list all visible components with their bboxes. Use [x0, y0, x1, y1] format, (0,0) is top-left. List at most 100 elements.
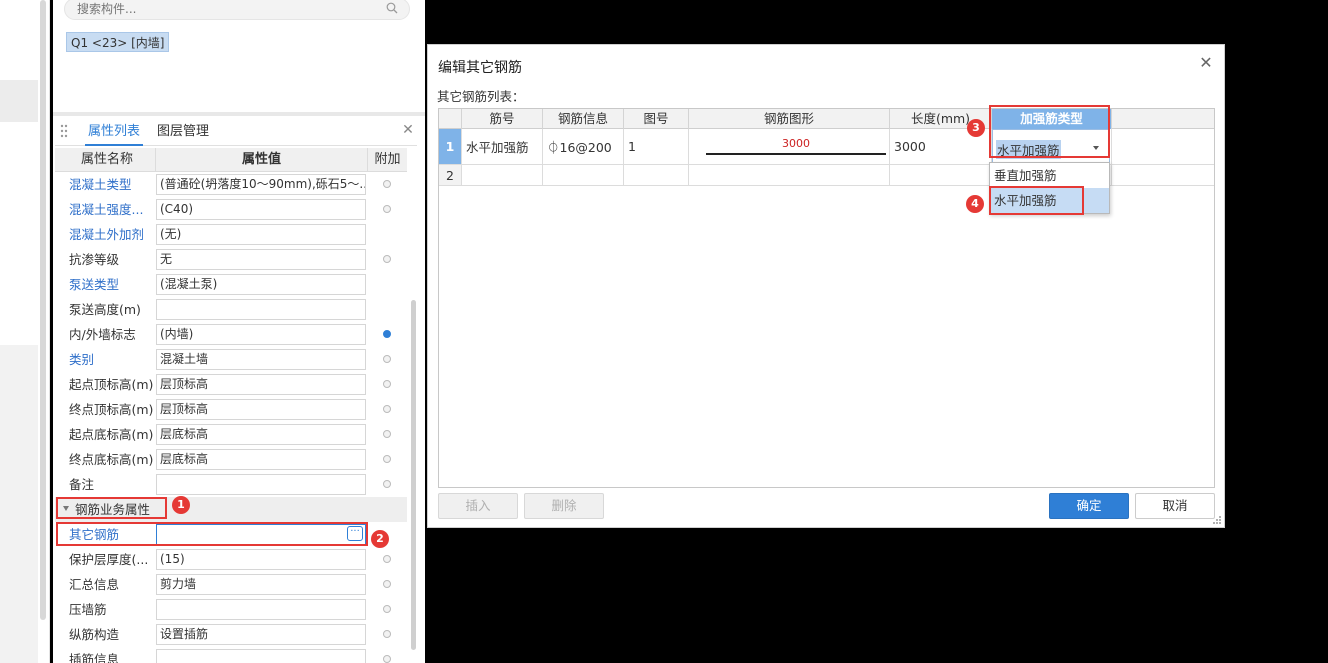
- property-row[interactable]: 备注: [55, 472, 407, 497]
- property-row[interactable]: 汇总信息 剪力墙: [55, 572, 407, 597]
- add-checkbox[interactable]: [383, 405, 391, 413]
- search-box: [64, 0, 410, 20]
- cell-bar-shape[interactable]: [688, 165, 889, 185]
- property-row[interactable]: 混凝土类型 (普通砼(坍落度10～90mm),砾石5～...: [55, 172, 407, 197]
- search-icon[interactable]: [386, 2, 398, 14]
- cell-bar-no[interactable]: 水平加强筋: [461, 129, 542, 164]
- cell-bar-info[interactable]: [542, 165, 623, 185]
- property-value-text: (15): [160, 552, 185, 566]
- property-name[interactable]: 混凝土类型: [69, 172, 132, 197]
- component-chip[interactable]: Q1 <23> [内墙]: [66, 32, 170, 52]
- add-checkbox[interactable]: [383, 480, 391, 488]
- property-value[interactable]: 层顶标高: [156, 399, 366, 420]
- property-value[interactable]: 剪力墙: [156, 574, 366, 595]
- cell-fig-no[interactable]: [623, 165, 688, 185]
- add-checkbox[interactable]: [383, 330, 391, 338]
- cell-bar-info[interactable]: ⏀16@200: [542, 129, 623, 164]
- row-number[interactable]: 2: [439, 165, 461, 185]
- property-value-text: 设置插筋: [160, 627, 209, 641]
- cell-empty: [1111, 165, 1214, 185]
- cell-bar-shape[interactable]: 3000: [688, 129, 889, 164]
- delete-button[interactable]: 删除: [524, 493, 604, 519]
- add-checkbox[interactable]: [383, 430, 391, 438]
- cell-bar-no[interactable]: [461, 165, 542, 185]
- property-row[interactable]: 混凝土外加剂 (无): [55, 222, 407, 247]
- property-value[interactable]: [156, 599, 366, 620]
- property-name: 抗渗等级: [69, 252, 120, 267]
- row-number[interactable]: 1: [439, 129, 461, 164]
- add-checkbox[interactable]: [383, 555, 391, 563]
- panel-scrollbar[interactable]: [411, 300, 416, 650]
- property-name[interactable]: 混凝土外加剂: [69, 222, 144, 247]
- property-row[interactable]: 泵送类型 (混凝土泵): [55, 272, 407, 297]
- property-value-text: (C40): [160, 202, 194, 216]
- add-checkbox[interactable]: [383, 630, 391, 638]
- resize-grip-icon[interactable]: [1212, 515, 1222, 525]
- property-row[interactable]: 保护层厚度(... (15): [55, 547, 407, 572]
- property-name[interactable]: 混凝土强度...: [69, 197, 143, 222]
- step-badge-4: 4: [966, 195, 984, 213]
- property-row[interactable]: 插筋信息: [55, 647, 407, 663]
- cell-length[interactable]: [889, 165, 991, 185]
- left-nav-selected-item[interactable]: [0, 80, 38, 122]
- property-value[interactable]: 层底标高: [156, 424, 366, 445]
- property-row[interactable]: 压墙筋: [55, 597, 407, 622]
- drag-handle-icon[interactable]: [59, 124, 69, 138]
- dropdown-option-vertical[interactable]: 垂直加强筋: [990, 163, 1109, 188]
- property-row[interactable]: 泵送高度(m): [55, 297, 407, 322]
- close-icon[interactable]: ✕: [401, 123, 415, 137]
- property-name[interactable]: 泵送类型: [69, 272, 119, 297]
- highlight-other-rebar: [56, 522, 368, 546]
- shape-dimension: 3000: [782, 137, 810, 150]
- col-bar-shape: 钢筋图形: [688, 109, 889, 129]
- property-row[interactable]: 混凝土强度... (C40): [55, 197, 407, 222]
- property-value[interactable]: 混凝土墙: [156, 349, 366, 370]
- add-checkbox[interactable]: [383, 380, 391, 388]
- property-value-text: 层顶标高: [160, 377, 209, 391]
- property-row[interactable]: 类别 混凝土墙: [55, 347, 407, 372]
- property-row[interactable]: 终点底标高(m) 层底标高: [55, 447, 407, 472]
- property-value[interactable]: (混凝土泵): [156, 274, 366, 295]
- property-row[interactable]: 起点底标高(m) 层底标高: [55, 422, 407, 447]
- property-value-text: 剪力墙: [160, 577, 197, 591]
- property-row[interactable]: 起点顶标高(m) 层顶标高: [55, 372, 407, 397]
- cell-fig-no[interactable]: 1: [623, 129, 688, 164]
- property-value[interactable]: (普通砼(坍落度10～90mm),砾石5～...: [156, 174, 366, 195]
- insert-button[interactable]: 插入: [438, 493, 518, 519]
- add-checkbox[interactable]: [383, 205, 391, 213]
- property-row[interactable]: 纵筋构造 设置插筋: [55, 622, 407, 647]
- property-value[interactable]: [156, 299, 366, 320]
- property-row[interactable]: 内/外墙标志 (内墙): [55, 322, 407, 347]
- cancel-button[interactable]: 取消: [1135, 493, 1215, 519]
- search-input[interactable]: [65, 0, 365, 19]
- property-value[interactable]: (C40): [156, 199, 366, 220]
- property-value[interactable]: [156, 649, 366, 663]
- add-checkbox[interactable]: [383, 580, 391, 588]
- add-checkbox[interactable]: [383, 180, 391, 188]
- property-value[interactable]: 层顶标高: [156, 374, 366, 395]
- property-name[interactable]: 类别: [69, 347, 94, 372]
- property-value[interactable]: 层底标高: [156, 449, 366, 470]
- add-checkbox[interactable]: [383, 455, 391, 463]
- add-checkbox[interactable]: [383, 605, 391, 613]
- highlight-horizontal-option: [989, 186, 1084, 215]
- ok-button[interactable]: 确定: [1049, 493, 1129, 519]
- property-row[interactable]: 终点顶标高(m) 层顶标高: [55, 397, 407, 422]
- property-row[interactable]: 抗渗等级 无: [55, 247, 407, 272]
- add-checkbox[interactable]: [383, 355, 391, 363]
- left-nav-strip: [0, 0, 50, 663]
- tab-properties[interactable]: 属性列表: [85, 118, 144, 146]
- property-value-text: (普通砼(坍落度10～90mm),砾石5～...: [160, 177, 366, 191]
- property-name: 插筋信息: [69, 652, 120, 663]
- property-value[interactable]: (无): [156, 224, 366, 245]
- property-value[interactable]: [156, 474, 366, 495]
- add-checkbox[interactable]: [383, 255, 391, 263]
- property-value[interactable]: 无: [156, 249, 366, 270]
- property-value[interactable]: 设置插筋: [156, 624, 366, 645]
- tab-layers[interactable]: 图层管理: [154, 118, 212, 146]
- dialog-close-icon[interactable]: ✕: [1198, 55, 1214, 71]
- left-nav-scrollbar[interactable]: [40, 0, 46, 620]
- property-value[interactable]: (内墙): [156, 324, 366, 345]
- property-value[interactable]: (15): [156, 549, 366, 570]
- add-checkbox[interactable]: [383, 655, 391, 663]
